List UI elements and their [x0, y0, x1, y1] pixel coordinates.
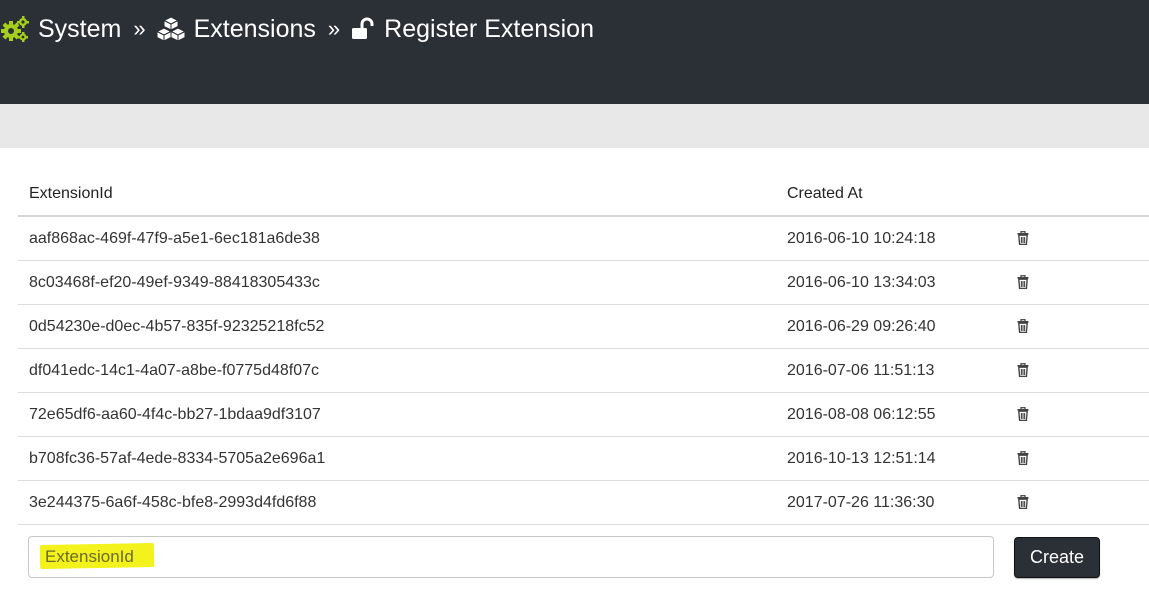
table-row: 0d54230e-d0ec-4b57-835f-92325218fc52 2016…: [18, 305, 1149, 349]
created-at-cell: 2016-08-08 06:12:55: [787, 405, 936, 423]
actions-cell: [1005, 406, 1045, 423]
actions-cell: [1005, 230, 1045, 247]
table-row: df041edc-14c1-4a07-a8be-f0775d48f07c 2016…: [18, 349, 1149, 393]
delete-icon[interactable]: [1017, 274, 1033, 291]
breadcrumb-label: System: [38, 14, 122, 43]
created-at-cell: 2017-07-26 11:36:30: [787, 493, 935, 511]
table-row: 72e65df6-aa60-4f4c-bb27-1bdaa9df3107 2016…: [18, 393, 1149, 437]
created-at-cell: 2016-06-10 10:24:18: [787, 229, 936, 247]
delete-icon[interactable]: [1017, 230, 1033, 247]
breadcrumb-separator: »: [133, 16, 146, 41]
breadcrumb-separator: »: [327, 16, 341, 41]
extension-id-cell: 3e244375-6a6f-458c-bfe8-2993d4fd6f88: [29, 493, 317, 511]
created-at-cell: 2016-07-06 11:51:13: [787, 361, 935, 379]
extension-id-cell: b708fc36-57af-4ede-8334-5705a2e696a1: [29, 449, 326, 467]
actions-cell: [1005, 450, 1045, 467]
created-at-cell: 2016-10-13 12:51:14: [787, 449, 936, 467]
breadcrumb-register-extension: Register Extension: [350, 15, 594, 44]
breadcrumb-label: Register Extension: [384, 14, 594, 43]
extension-id-input[interactable]: [29, 537, 993, 577]
created-at-cell: 2016-06-29 09:26:40: [787, 317, 936, 335]
create-button[interactable]: Create: [1014, 537, 1100, 578]
table-row: aaf868ac-469f-47f9-a5e1-6ec181a6de38 2016…: [18, 217, 1149, 261]
extensions-table: ExtensionId Created At aaf868ac-469f-47f…: [18, 172, 1149, 525]
toolbar-band: [0, 104, 1149, 148]
table-row: 3e244375-6a6f-458c-bfe8-2993d4fd6f88 2017…: [18, 481, 1149, 525]
created-at-cell: 2016-06-10 13:34:03: [787, 273, 936, 291]
page-header: System » Extensions » Register Extension: [0, 0, 1149, 104]
cogs-icon: [0, 15, 30, 43]
column-header-created-at[interactable]: Created At: [787, 185, 1005, 203]
actions-cell: [1005, 274, 1045, 291]
delete-icon[interactable]: [1017, 362, 1033, 379]
unlock-icon: [350, 17, 376, 41]
extension-id-cell: 0d54230e-d0ec-4b57-835f-92325218fc52: [29, 317, 325, 335]
cubes-icon: [155, 16, 186, 42]
table-header: ExtensionId Created At: [18, 172, 1149, 217]
breadcrumb: System » Extensions » Register Extension: [0, 12, 594, 46]
delete-icon[interactable]: [1017, 318, 1033, 335]
extension-id-cell: 72e65df6-aa60-4f4c-bb27-1bdaa9df3107: [29, 405, 321, 423]
delete-icon[interactable]: [1017, 450, 1033, 467]
column-header-extension-id[interactable]: ExtensionId: [18, 185, 787, 203]
delete-icon[interactable]: [1017, 494, 1033, 511]
extension-id-field[interactable]: [28, 536, 994, 578]
extension-id-cell: df041edc-14c1-4a07-a8be-f0775d48f07c: [29, 361, 320, 379]
actions-cell: [1005, 362, 1045, 379]
extension-id-cell: aaf868ac-469f-47f9-a5e1-6ec181a6de38: [29, 229, 320, 247]
extension-id-cell: 8c03468f-ef20-49ef-9349-88418305433c: [29, 273, 320, 291]
table-body: aaf868ac-469f-47f9-a5e1-6ec181a6de38 2016…: [18, 217, 1149, 525]
actions-cell: [1005, 318, 1045, 335]
table-row: 8c03468f-ef20-49ef-9349-88418305433c 2016…: [18, 261, 1149, 305]
actions-cell: [1005, 494, 1045, 511]
breadcrumb-extensions[interactable]: Extensions: [155, 14, 316, 44]
breadcrumb-system[interactable]: System: [0, 15, 121, 44]
table-row: b708fc36-57af-4ede-8334-5705a2e696a1 2016…: [18, 437, 1149, 481]
breadcrumb-label: Extensions: [193, 14, 316, 43]
delete-icon[interactable]: [1017, 406, 1033, 423]
